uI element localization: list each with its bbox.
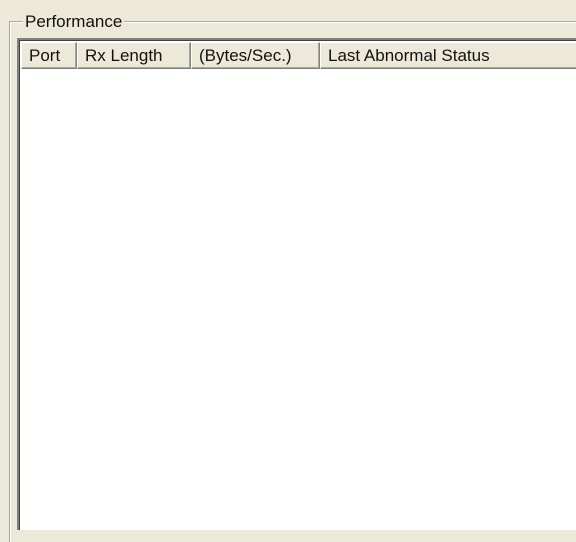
- list-header: Port Rx Length (Bytes/Sec.) Last Abnorma…: [21, 42, 576, 69]
- column-header-rx-length[interactable]: Rx Length: [77, 42, 191, 69]
- column-header-port[interactable]: Port: [21, 42, 77, 69]
- performance-panel: Performance Port Rx Length (Bytes/Sec.) …: [0, 0, 576, 542]
- list-body[interactable]: [21, 69, 576, 529]
- groupbox-title: Performance: [23, 12, 125, 32]
- performance-list-view[interactable]: Port Rx Length (Bytes/Sec.) Last Abnorma…: [17, 38, 576, 530]
- column-header-bytes-per-sec[interactable]: (Bytes/Sec.): [191, 42, 320, 69]
- column-header-last-abnormal-status[interactable]: Last Abnormal Status: [320, 42, 576, 69]
